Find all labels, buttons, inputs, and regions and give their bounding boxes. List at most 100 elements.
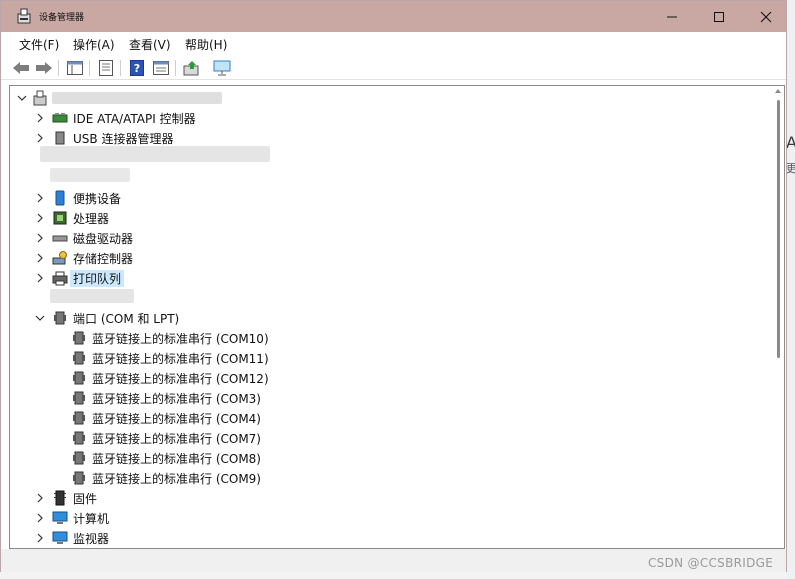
help-icon: ? [130,60,144,76]
portable-device-icon [55,190,65,206]
back-icon [13,62,29,74]
toolbar-separator [58,60,59,76]
background-text: A [786,133,795,152]
svg-text:?: ? [134,62,140,75]
tree-item[interactable]: 监视器 [10,528,750,548]
tree-item-label: 端口 (COM 和 LPT) [73,312,180,326]
properties-icon [99,60,113,76]
serial-port-icon [73,431,85,445]
minimize-button[interactable] [648,1,695,32]
serial-port-icon [73,451,85,465]
vertical-scrollbar[interactable] [773,86,784,548]
chevron-right-icon[interactable] [34,232,46,244]
tree-item-selected[interactable]: 打印队列 [10,268,750,288]
title-bar[interactable]: 设备管理器 [1,1,786,32]
firmware-icon [54,490,66,506]
processor-icon [53,211,67,225]
tree-item-label: 监视器 [73,532,110,546]
tree-item[interactable]: IDE ATA/ATAPI 控制器 [10,108,750,128]
port-item[interactable]: 蓝牙链接上的标准串行 (COM3) [10,388,750,408]
menu-view[interactable]: 查看(V) [129,36,171,53]
background-window-edge: A 更 [786,0,795,579]
redacted-hostname [52,92,222,104]
chevron-right-icon[interactable] [34,492,46,504]
tree-item[interactable]: 计算机 [10,508,750,528]
port-item-label: 蓝牙链接上的标准串行 (COM4) [92,412,261,426]
port-item[interactable]: 蓝牙链接上的标准串行 (COM9) [10,468,750,488]
chevron-right-icon[interactable] [34,252,46,264]
forward-icon [36,62,52,74]
tree-item-label: IDE ATA/ATAPI 控制器 [73,112,196,126]
serial-port-icon [73,331,85,345]
window-title: 设备管理器 [39,13,85,23]
update-driver-button[interactable] [182,59,202,77]
monitor-icon [52,531,68,544]
port-item[interactable]: 蓝牙链接上的标准串行 (COM10) [10,328,750,348]
show-hide-tree-button[interactable] [65,59,85,77]
serial-port-icon [73,471,85,485]
device-tree[interactable]: IDE ATA/ATAPI 控制器 USB 连接器管理器 便携设备 处理器 磁盘 [9,85,785,549]
tree-item[interactable]: 存储控制器 [10,248,750,268]
tree-item-label: 打印队列 [70,270,125,287]
chevron-right-icon[interactable] [34,212,46,224]
port-item-label: 蓝牙链接上的标准串行 (COM10) [92,332,269,346]
port-item[interactable]: 蓝牙链接上的标准串行 (COM11) [10,348,750,368]
computer-icon [52,511,68,524]
tree-item-label: 存储控制器 [73,252,134,266]
serial-port-icon [73,351,85,365]
tree-item[interactable]: USB 连接器管理器 [10,128,750,148]
redacted-row [40,146,270,162]
tree-item-label: 处理器 [73,212,110,226]
serial-port-icon [73,411,85,425]
tree-item[interactable]: 便携设备 [10,188,750,208]
redacted-row [50,289,134,303]
tree-item[interactable]: 固件 [10,488,750,508]
back-button[interactable] [11,59,31,77]
tree-item[interactable]: 处理器 [10,208,750,228]
chevron-down-icon[interactable] [34,312,46,324]
tree-root[interactable] [10,88,750,108]
serial-port-icon [73,391,85,405]
menu-file[interactable]: 文件(F) [19,36,59,53]
port-item[interactable]: 蓝牙链接上的标准串行 (COM7) [10,428,750,448]
close-button[interactable] [742,1,789,32]
chevron-right-icon[interactable] [34,132,46,144]
help-button[interactable]: ? [127,59,147,77]
chevron-right-icon[interactable] [34,532,46,544]
scan-hardware-button[interactable] [212,59,232,77]
port-item-label: 蓝牙链接上的标准串行 (COM7) [92,432,261,446]
port-item-label: 蓝牙链接上的标准串行 (COM8) [92,452,261,466]
toolbar-separator [89,60,90,76]
print-queue-icon [52,271,68,286]
maximize-button[interactable] [695,1,742,32]
chevron-down-icon[interactable] [16,92,28,104]
scroll-up-icon[interactable] [775,89,781,93]
usb-connector-icon [55,131,65,145]
chevron-right-icon[interactable] [34,112,46,124]
close-icon [760,11,771,22]
toolbar-separator [175,60,176,76]
device-manager-window: 设备管理器 文件(F) 操作(A) 查看(V) 帮助(H) ? IDE ATA/… [0,0,787,572]
port-item-label: 蓝牙链接上的标准串行 (COM12) [92,372,269,386]
minimize-icon [666,16,677,17]
menu-action[interactable]: 操作(A) [73,36,115,53]
serial-port-icon [73,371,85,385]
port-item[interactable]: 蓝牙链接上的标准串行 (COM12) [10,368,750,388]
scroll-thumb[interactable] [777,100,780,358]
properties-button[interactable] [96,59,116,77]
tree-item-label: 磁盘驱动器 [73,232,134,246]
chevron-right-icon[interactable] [34,192,46,204]
chevron-right-icon[interactable] [34,512,46,524]
menu-help[interactable]: 帮助(H) [185,36,227,53]
update-driver-icon [183,61,199,76]
view-button[interactable] [151,59,171,77]
menu-bar: 文件(F) 操作(A) 查看(V) 帮助(H) [1,32,786,56]
background-text-2: 更 [786,162,795,175]
tree-item-expanded[interactable]: 端口 (COM 和 LPT) [10,308,750,328]
port-item[interactable]: 蓝牙链接上的标准串行 (COM8) [10,448,750,468]
forward-button[interactable] [34,59,54,77]
redacted-row [50,168,130,182]
tree-item[interactable]: 磁盘驱动器 [10,228,750,248]
chevron-right-icon[interactable] [34,272,46,284]
port-item[interactable]: 蓝牙链接上的标准串行 (COM4) [10,408,750,428]
